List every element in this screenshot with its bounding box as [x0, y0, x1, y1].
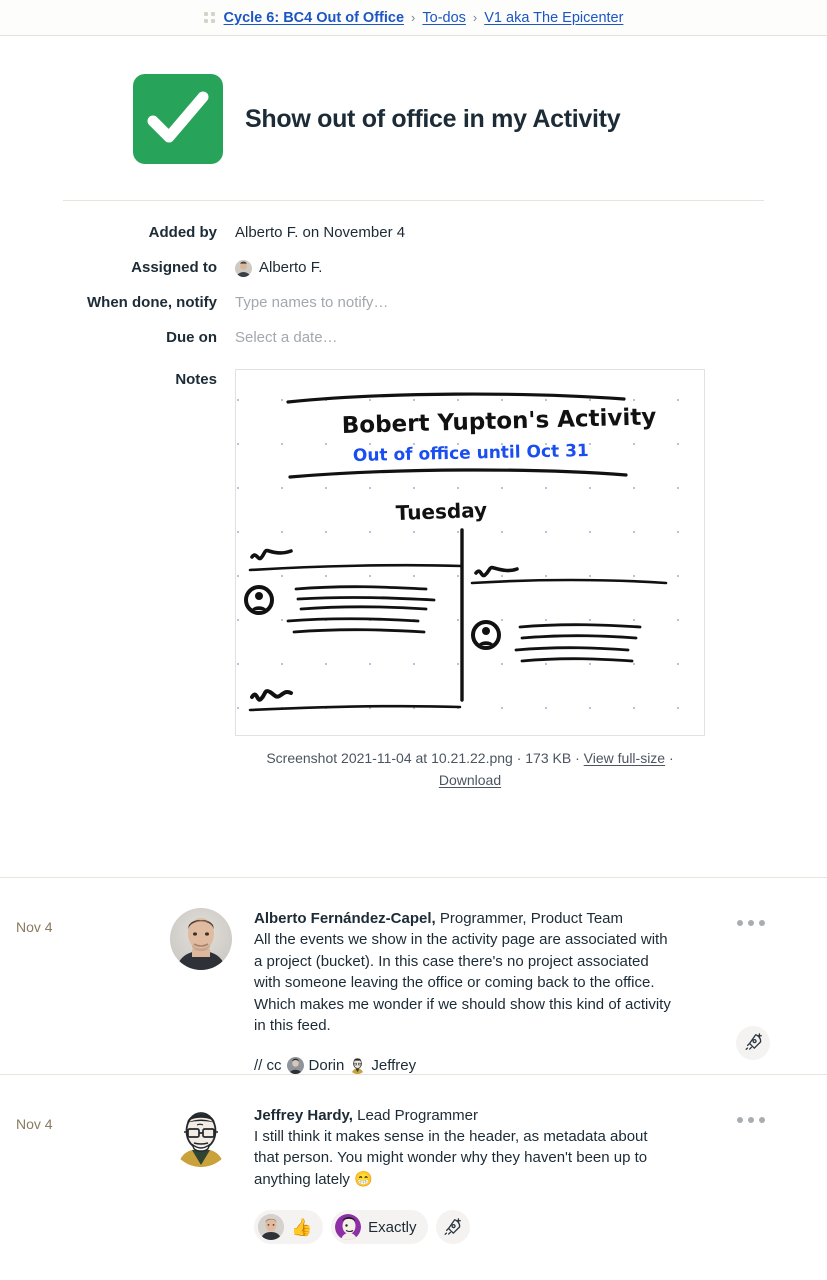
comment-text: All the events we show in the activity p…	[254, 931, 671, 1035]
comment-date: Nov 4	[16, 1115, 53, 1132]
comment-author-name: Alberto Fernández-Capel,	[254, 910, 436, 928]
assigned-to-name: Alberto F.	[259, 259, 323, 276]
avatar-dorin-small	[286, 1056, 304, 1074]
notes-body: Bobert Yupton's Activity Out of office u…	[235, 369, 705, 791]
comment-author-role: Lead Programmer	[352, 1106, 478, 1124]
comment-body: Alberto Fernández-Capel, Programmer, Pro…	[254, 908, 827, 1074]
breadcrumb-separator: ›	[411, 10, 416, 25]
added-by-value: Alberto F. on November 4	[235, 224, 406, 241]
meta-row-notes: Notes Bobert Yupton's Activity Out of of…	[0, 369, 827, 791]
attachment-caption: Screenshot 2021-11-04 at 10.21.22.png · …	[235, 748, 705, 791]
breadcrumb-item-list[interactable]: V1 aka The Epicenter	[484, 10, 623, 26]
grid-icon	[203, 11, 216, 24]
cc-prefix: // cc	[254, 1056, 282, 1074]
breadcrumb-separator: ›	[472, 10, 478, 25]
avatar-jeffrey-small	[349, 1056, 367, 1074]
view-full-size-link[interactable]: View full-size	[584, 750, 665, 766]
comments-section: Nov 4 Alberto Fernández-Capel, Programme…	[0, 877, 827, 1250]
meta-row-due-on: Due on Select a date…	[0, 328, 827, 348]
reaction-exactly[interactable]: Exactly	[331, 1210, 428, 1245]
meta-row-added-by: Added by Alberto F. on November 4	[0, 223, 827, 243]
comment-text: I still think it makes sense in the head…	[254, 1127, 648, 1188]
comment-author-line: Jeffrey Hardy, Lead Programmer	[254, 1105, 767, 1126]
avatar-jeffrey[interactable]	[170, 1104, 232, 1167]
due-on-input[interactable]: Select a date…	[235, 328, 338, 348]
comment-author-role: Programmer, Product Team	[435, 910, 623, 928]
todo-metadata: Added by Alberto F. on November 4 Assign…	[0, 201, 827, 791]
meta-row-notify: When done, notify Type names to notify…	[0, 293, 827, 313]
svg-text:Bobert Yupton's Activity: Bobert Yupton's Activity	[341, 404, 656, 439]
avatar-alberto-small	[235, 259, 252, 277]
meta-row-assigned-to: Assigned to Alberto F.	[0, 258, 827, 278]
comment-avatar-wrap	[170, 1104, 254, 1251]
breadcrumb-bar: Cycle 6: BC4 Out of Office › To-dos › V1…	[0, 0, 827, 36]
svg-text:Tuesday: Tuesday	[395, 498, 487, 525]
comment-cc-line: // cc Dorin Jeffrey	[254, 1056, 767, 1074]
comment-author-name: Jeffrey Hardy,	[254, 1106, 353, 1124]
avatar-alberto[interactable]	[170, 908, 232, 971]
avatar-purple-reaction	[335, 1214, 362, 1241]
caption-separator: ·	[668, 750, 674, 766]
download-link[interactable]: Download	[439, 772, 501, 788]
svg-text:Out of office until Oct 31: Out of office until Oct 31	[353, 441, 589, 466]
avatar-alberto-reaction	[258, 1214, 284, 1241]
attachment-filename: Screenshot 2021-11-04 at 10.21.22.png	[266, 750, 513, 766]
reaction-label: Exactly	[368, 1218, 417, 1236]
cc-mention-jeffrey[interactable]: Jeffrey	[349, 1056, 417, 1074]
thumbs-up-icon: 👍	[291, 1217, 313, 1237]
reaction-thumbs-up[interactable]: 👍	[254, 1210, 324, 1245]
rocket-plus-icon[interactable]	[736, 1025, 770, 1060]
due-on-label: Due on	[166, 329, 217, 346]
comment-author-line: Alberto Fernández-Capel, Programmer, Pro…	[254, 908, 767, 929]
assigned-to-value-wrap: Alberto F.	[235, 258, 322, 278]
comment-avatar-wrap	[170, 908, 254, 1074]
assigned-to-label: Assigned to	[131, 259, 217, 276]
todo-header: Show out of office in my Activity	[0, 36, 827, 200]
rocket-plus-icon[interactable]	[435, 1210, 470, 1245]
comment-item: Nov 4	[0, 1073, 827, 1251]
added-by-label: Added by	[148, 224, 217, 241]
caption-separator: ·	[516, 750, 522, 766]
notify-input[interactable]: Type names to notify…	[235, 293, 388, 313]
breadcrumb-item-project[interactable]: Cycle 6: BC4 Out of Office	[224, 10, 404, 26]
page-title: Show out of office in my Activity	[245, 105, 621, 133]
attachment-size: 173 KB	[525, 750, 572, 766]
breadcrumb-item-todos[interactable]: To-dos	[422, 10, 466, 26]
caption-separator: ·	[575, 750, 580, 766]
notify-label: When done, notify	[87, 294, 217, 311]
cc-mention-dorin[interactable]: Dorin	[286, 1056, 345, 1074]
comment-date: Nov 4	[16, 919, 53, 936]
cc-name-dorin: Dorin	[308, 1056, 345, 1074]
comment-body: Jeffrey Hardy, Lead Programmer I still t…	[254, 1105, 827, 1251]
todo-checkbox-completed[interactable]	[133, 74, 223, 164]
attachment-sketch-image[interactable]: Bobert Yupton's Activity Out of office u…	[235, 369, 705, 736]
notes-label: Notes	[175, 371, 217, 388]
cc-name-jeffrey: Jeffrey	[371, 1056, 417, 1074]
more-options-icon[interactable]	[737, 1116, 765, 1123]
comment-item: Nov 4	[0, 877, 827, 1074]
reactions-row: 👍 Exactly	[254, 1210, 767, 1250]
more-options-icon[interactable]	[737, 920, 765, 927]
boost-button-wrap	[736, 1025, 770, 1060]
